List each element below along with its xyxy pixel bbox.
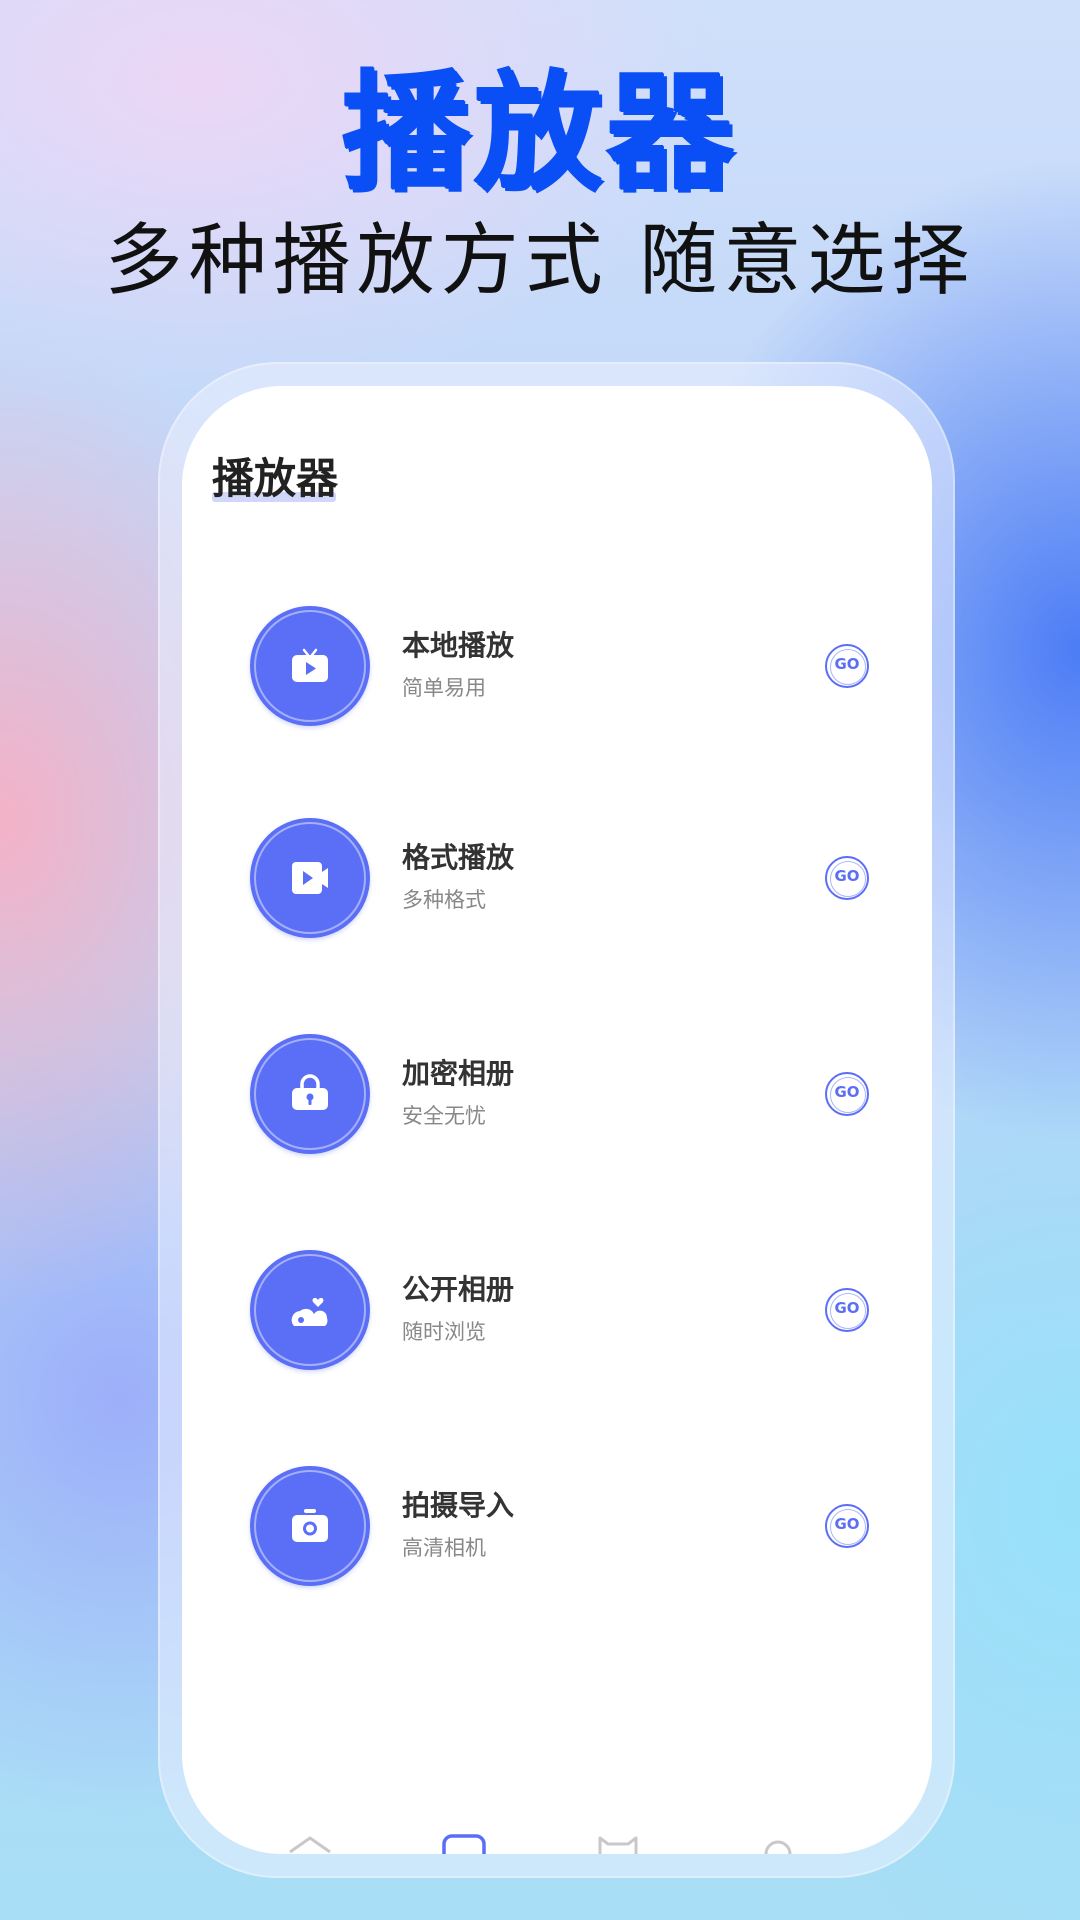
menu-item-subtitle: 安全无忧 — [402, 1104, 486, 1128]
menu-item-title: 公开相册 — [402, 1273, 515, 1306]
hero-subtitle: 多种播放方式 随意选择 — [104, 216, 976, 306]
go-label: GO — [834, 1515, 860, 1533]
menu-item-format-play[interactable]: 格式播放 多种格式 GO — [250, 818, 870, 938]
go-button[interactable]: GO — [825, 1288, 869, 1332]
home-icon[interactable] — [288, 1834, 332, 1854]
go-label: GO — [834, 655, 860, 673]
bottom-tab-bar — [182, 1830, 932, 1854]
cat-icon[interactable] — [596, 1834, 640, 1854]
menu-item-title: 本地播放 — [402, 629, 515, 662]
menu-item-local-play[interactable]: 本地播放 简单易用 GO — [250, 606, 870, 726]
go-label: GO — [834, 867, 860, 885]
menu-item-subtitle: 简单易用 — [402, 676, 486, 700]
camera-icon — [250, 1466, 370, 1586]
heart-cloud-icon — [250, 1250, 370, 1370]
menu-item-subtitle: 高清相机 — [402, 1536, 486, 1560]
menu-item-subtitle: 随时浏览 — [402, 1320, 486, 1344]
go-button[interactable]: GO — [825, 644, 869, 688]
player-icon[interactable] — [442, 1834, 486, 1854]
hero-title: 播放器 — [341, 59, 738, 208]
video-camera-icon — [250, 818, 370, 938]
lock-bag-icon — [250, 1034, 370, 1154]
go-button[interactable]: GO — [825, 1072, 869, 1116]
phone-screen: 播放器 本地播放 简单易用 GO 格式播放 多种格式 GO 加密相册 安全无忧 … — [182, 386, 932, 1854]
menu-item-title: 加密相册 — [402, 1057, 515, 1090]
menu-item-public-album[interactable]: 公开相册 随时浏览 GO — [250, 1250, 870, 1370]
menu-item-subtitle: 多种格式 — [402, 888, 486, 912]
go-button[interactable]: GO — [825, 1504, 869, 1548]
go-button[interactable]: GO — [825, 856, 869, 900]
menu-item-title: 格式播放 — [402, 841, 515, 874]
profile-icon[interactable] — [756, 1834, 800, 1854]
menu-item-encrypted-album[interactable]: 加密相册 安全无忧 GO — [250, 1034, 870, 1154]
tv-play-icon — [250, 606, 370, 726]
go-label: GO — [834, 1299, 860, 1317]
menu-item-capture-import[interactable]: 拍摄导入 高清相机 GO — [250, 1466, 870, 1586]
go-label: GO — [834, 1083, 860, 1101]
page-title: 播放器 — [212, 454, 339, 503]
menu-item-title: 拍摄导入 — [402, 1489, 515, 1522]
